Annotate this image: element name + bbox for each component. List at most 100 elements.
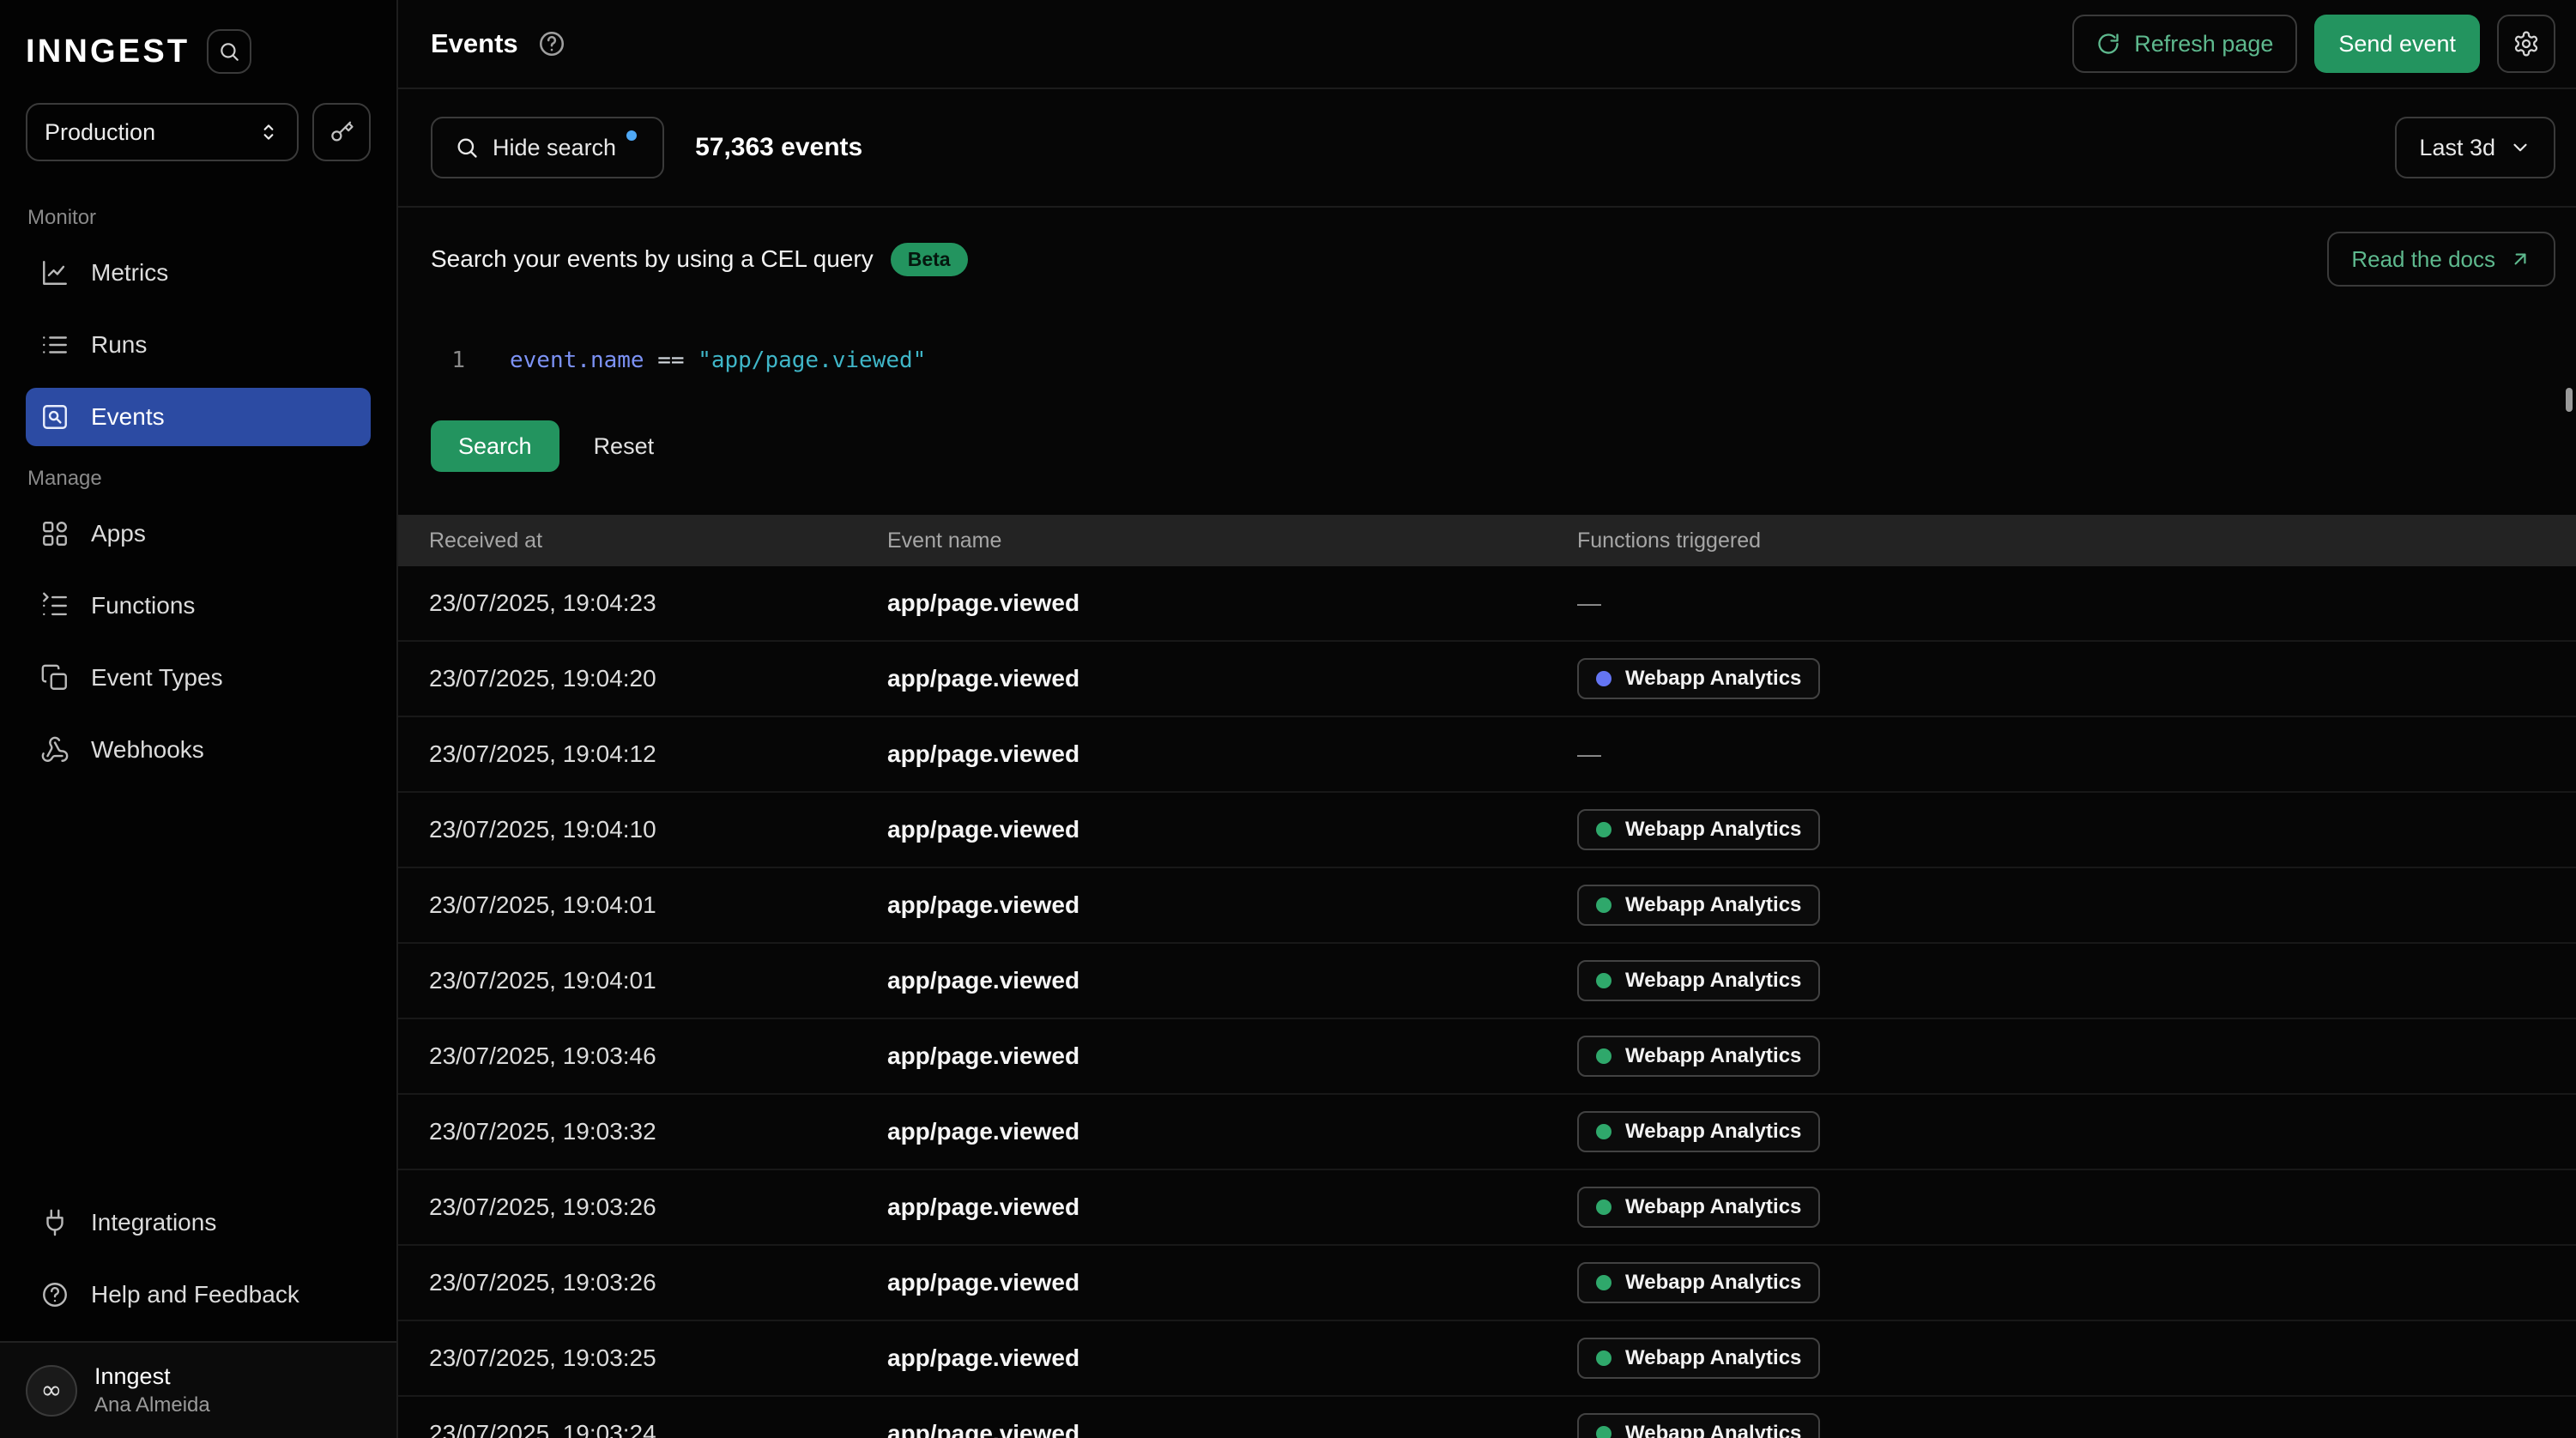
function-pill[interactable]: Webapp Analytics — [1577, 1187, 1820, 1228]
sidebar: INNGEST Production — [0, 0, 398, 1438]
status-dot — [1596, 1350, 1612, 1366]
runs-list-icon — [39, 329, 70, 360]
event-keys-button[interactable] — [312, 103, 371, 161]
row-received-at: 23/07/2025, 19:04:10 — [429, 816, 887, 843]
time-range-label: Last 3d — [2419, 135, 2495, 161]
column-received-at: Received at — [429, 529, 887, 553]
table-row[interactable]: 23/07/2025, 19:04:01 app/page.viewed Web… — [398, 944, 2576, 1019]
read-the-docs-label: Read the docs — [2351, 246, 2495, 273]
sidebar-item-event-types[interactable]: Event Types — [26, 649, 371, 707]
table-row[interactable]: 23/07/2025, 19:04:12 app/page.viewed — — [398, 717, 2576, 793]
refresh-icon — [2096, 32, 2120, 56]
function-pill[interactable]: Webapp Analytics — [1577, 885, 1820, 926]
table-row[interactable]: 23/07/2025, 19:03:25 app/page.viewed Web… — [398, 1321, 2576, 1397]
code-token-property: name — [590, 347, 644, 373]
code-token-object: event — [510, 347, 577, 373]
sidebar-item-metrics[interactable]: Metrics — [26, 244, 371, 302]
row-event-name: app/page.viewed — [887, 1344, 1577, 1372]
empty-dash: — — [1577, 589, 1601, 616]
function-pill[interactable]: Webapp Analytics — [1577, 960, 1820, 1001]
environment-selector[interactable]: Production — [26, 103, 299, 161]
empty-dash: — — [1577, 740, 1601, 767]
row-received-at: 23/07/2025, 19:03:32 — [429, 1118, 887, 1145]
column-event-name: Event name — [887, 529, 1577, 553]
table-row[interactable]: 23/07/2025, 19:03:24 app/page.viewed Web… — [398, 1397, 2576, 1438]
environment-selector-value: Production — [45, 119, 155, 146]
read-the-docs-button[interactable]: Read the docs — [2327, 232, 2555, 287]
function-pill[interactable]: Webapp Analytics — [1577, 658, 1820, 699]
webhook-icon — [39, 734, 70, 765]
row-functions: Webapp Analytics — [1577, 1111, 2576, 1152]
row-received-at: 23/07/2025, 19:03:24 — [429, 1420, 887, 1438]
copy-icon — [39, 662, 70, 693]
function-pill-label: Webapp Analytics — [1625, 1271, 1801, 1295]
row-functions: — — [1577, 740, 2576, 768]
row-functions: Webapp Analytics — [1577, 960, 2576, 1001]
events-toolbar: Hide search 57,363 events Last 3d — [398, 89, 2576, 208]
row-received-at: 23/07/2025, 19:03:26 — [429, 1269, 887, 1296]
search-button[interactable]: Search — [431, 420, 559, 472]
function-pill[interactable]: Webapp Analytics — [1577, 809, 1820, 850]
user-menu[interactable]: ∞ Inngest Ana Almeida — [0, 1341, 396, 1438]
sidebar-item-label: Runs — [91, 331, 147, 359]
table-row[interactable]: 23/07/2025, 19:03:32 app/page.viewed Web… — [398, 1095, 2576, 1170]
row-received-at: 23/07/2025, 19:03:26 — [429, 1193, 887, 1221]
question-circle-icon — [39, 1279, 70, 1310]
function-pill[interactable]: Webapp Analytics — [1577, 1262, 1820, 1303]
sidebar-item-runs[interactable]: Runs — [26, 316, 371, 374]
function-pill-label: Webapp Analytics — [1625, 1044, 1801, 1068]
refresh-page-button[interactable]: Refresh page — [2072, 15, 2297, 73]
sidebar-item-events[interactable]: Events — [26, 388, 371, 446]
settings-button[interactable] — [2497, 15, 2555, 73]
function-pill[interactable]: Webapp Analytics — [1577, 1036, 1820, 1077]
hide-search-button[interactable]: Hide search — [431, 117, 664, 178]
row-received-at: 23/07/2025, 19:03:25 — [429, 1344, 887, 1372]
sidebar-item-label: Metrics — [91, 259, 168, 287]
function-pill-label: Webapp Analytics — [1625, 1346, 1801, 1370]
row-received-at: 23/07/2025, 19:04:01 — [429, 967, 887, 994]
table-row[interactable]: 23/07/2025, 19:04:01 app/page.viewed Web… — [398, 868, 2576, 944]
sidebar-item-functions[interactable]: Functions — [26, 577, 371, 635]
sidebar-item-label: Events — [91, 403, 165, 431]
sidebar-item-webhooks[interactable]: Webhooks — [26, 721, 371, 779]
global-search-button[interactable] — [207, 29, 251, 74]
sidebar-item-apps[interactable]: Apps — [26, 505, 371, 563]
sidebar-item-help-and-feedback[interactable]: Help and Feedback — [26, 1266, 371, 1324]
events-count: 57,363 events — [695, 133, 862, 162]
status-dot — [1596, 822, 1612, 837]
sidebar-section-monitor: Monitor — [0, 185, 396, 244]
function-pill[interactable]: Webapp Analytics — [1577, 1338, 1820, 1379]
reset-button[interactable]: Reset — [594, 433, 655, 460]
scrollbar-thumb[interactable] — [2566, 388, 2573, 412]
sidebar-item-label: Event Types — [91, 664, 223, 692]
sidebar-item-integrations[interactable]: Integrations — [26, 1193, 371, 1252]
column-functions-triggered: Functions triggered — [1577, 529, 2576, 553]
row-event-name: app/page.viewed — [887, 1042, 1577, 1070]
row-event-name: app/page.viewed — [887, 665, 1577, 692]
user-name: Ana Almeida — [94, 1393, 210, 1417]
gear-icon — [2513, 30, 2540, 57]
page-title: Events — [431, 28, 518, 59]
page-help-icon[interactable] — [537, 29, 566, 58]
cel-query-editor[interactable]: 1 event.name == "app/page.viewed" — [431, 345, 2555, 376]
inngest-logo: INNGEST — [26, 33, 190, 70]
send-event-button[interactable]: Send event — [2314, 15, 2480, 73]
key-icon — [329, 119, 354, 145]
time-range-button[interactable]: Last 3d — [2395, 117, 2555, 178]
function-pill-label: Webapp Analytics — [1625, 667, 1801, 691]
table-row[interactable]: 23/07/2025, 19:04:20 app/page.viewed Web… — [398, 642, 2576, 717]
row-event-name: app/page.viewed — [887, 967, 1577, 994]
page-header: Events Refresh page Send event — [398, 0, 2576, 89]
table-header: Received at Event name Functions trigger… — [398, 515, 2576, 566]
row-event-name: app/page.viewed — [887, 740, 1577, 768]
table-row[interactable]: 23/07/2025, 19:03:26 app/page.viewed Web… — [398, 1170, 2576, 1246]
function-pill[interactable]: Webapp Analytics — [1577, 1111, 1820, 1152]
function-pill-label: Webapp Analytics — [1625, 1120, 1801, 1144]
table-row[interactable]: 23/07/2025, 19:04:10 app/page.viewed Web… — [398, 793, 2576, 868]
table-row[interactable]: 23/07/2025, 19:04:23 app/page.viewed — — [398, 566, 2576, 642]
table-row[interactable]: 23/07/2025, 19:03:26 app/page.viewed Web… — [398, 1246, 2576, 1321]
status-dot — [1596, 1199, 1612, 1215]
function-pill[interactable]: Webapp Analytics — [1577, 1413, 1820, 1438]
row-functions: Webapp Analytics — [1577, 1262, 2576, 1303]
table-row[interactable]: 23/07/2025, 19:03:46 app/page.viewed Web… — [398, 1019, 2576, 1095]
